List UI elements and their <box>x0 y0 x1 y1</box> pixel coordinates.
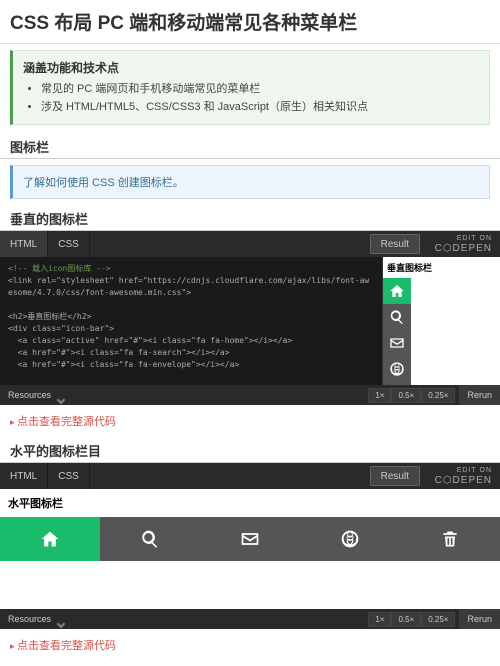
expand-source-link[interactable]: 点击查看完整源代码 <box>0 629 500 661</box>
codepen-embed-horizontal: HTML CSS Result EDIT ON C⬡DEPEN 水平图标栏 Re… <box>0 463 500 629</box>
home-icon[interactable] <box>383 278 411 304</box>
search-icon[interactable] <box>383 304 411 330</box>
zoom-1x[interactable]: 1× <box>368 612 391 627</box>
tab-css[interactable]: CSS <box>48 231 90 257</box>
chevron-down-icon <box>57 396 65 404</box>
result-panel: 垂直图标栏 <box>382 257 500 385</box>
subsection-vertical: 垂直的图标栏 <box>0 205 500 231</box>
result-panel: 水平图标栏 <box>0 489 500 609</box>
zoom-05x[interactable]: 0.5× <box>391 388 421 403</box>
coverage-item: 常见的 PC 端网页和手机移动端常见的菜单栏 <box>41 81 479 99</box>
trash-icon[interactable] <box>400 517 500 561</box>
result-title: 垂直图标栏 <box>383 257 500 278</box>
coverage-panel: 涵盖功能和技术点 常见的 PC 端网页和手机移动端常见的菜单栏 涉及 HTML/… <box>10 50 490 125</box>
resources-button[interactable]: Resources <box>0 390 59 400</box>
coverage-item: 涉及 HTML/HTML5、CSS/CSS3 和 JavaScript（原生）相… <box>41 99 479 117</box>
envelope-icon[interactable] <box>383 330 411 356</box>
resources-button[interactable]: Resources <box>0 614 59 624</box>
vertical-icon-bar <box>383 278 411 385</box>
globe-icon[interactable] <box>383 356 411 382</box>
home-icon[interactable] <box>0 517 100 561</box>
zoom-025x[interactable]: 0.25× <box>421 612 455 627</box>
tab-result[interactable]: Result <box>370 466 420 486</box>
search-icon[interactable] <box>100 517 200 561</box>
zoom-05x[interactable]: 0.5× <box>391 612 421 627</box>
code-panel[interactable]: <!-- 载入icon图标库 --> <link rel="stylesheet… <box>0 257 382 385</box>
page-title: CSS 布局 PC 端和移动端常见各种菜单栏 <box>0 0 500 44</box>
chevron-down-icon <box>57 620 65 628</box>
section-heading-iconbar: 图标栏 <box>0 133 500 159</box>
codepen-brand[interactable]: EDIT ON C⬡DEPEN <box>435 235 492 254</box>
zoom-1x[interactable]: 1× <box>368 388 391 403</box>
expand-source-link[interactable]: 点击查看完整源代码 <box>0 405 500 437</box>
tab-html[interactable]: HTML <box>0 463 48 489</box>
tab-html[interactable]: HTML <box>0 231 48 257</box>
globe-icon[interactable] <box>300 517 400 561</box>
codepen-brand[interactable]: EDIT ON C⬡DEPEN <box>435 467 492 486</box>
zoom-controls: 1× 0.5× 0.25× <box>368 612 455 627</box>
rerun-button[interactable]: Rerun <box>459 609 500 629</box>
subsection-horizontal: 水平的图标栏目 <box>0 437 500 463</box>
result-title: 水平图标栏 <box>0 489 500 517</box>
info-box: 了解如何使用 CSS 创建图标栏。 <box>10 165 490 199</box>
codepen-embed-vertical: HTML CSS Result EDIT ON C⬡DEPEN <!-- 载入i… <box>0 231 500 405</box>
tab-css[interactable]: CSS <box>48 463 90 489</box>
horizontal-icon-bar <box>0 517 500 561</box>
rerun-button[interactable]: Rerun <box>459 385 500 405</box>
zoom-025x[interactable]: 0.25× <box>421 388 455 403</box>
envelope-icon[interactable] <box>200 517 300 561</box>
tab-result[interactable]: Result <box>370 234 420 254</box>
coverage-title: 涵盖功能和技术点 <box>23 59 479 76</box>
zoom-controls: 1× 0.5× 0.25× <box>368 388 455 403</box>
